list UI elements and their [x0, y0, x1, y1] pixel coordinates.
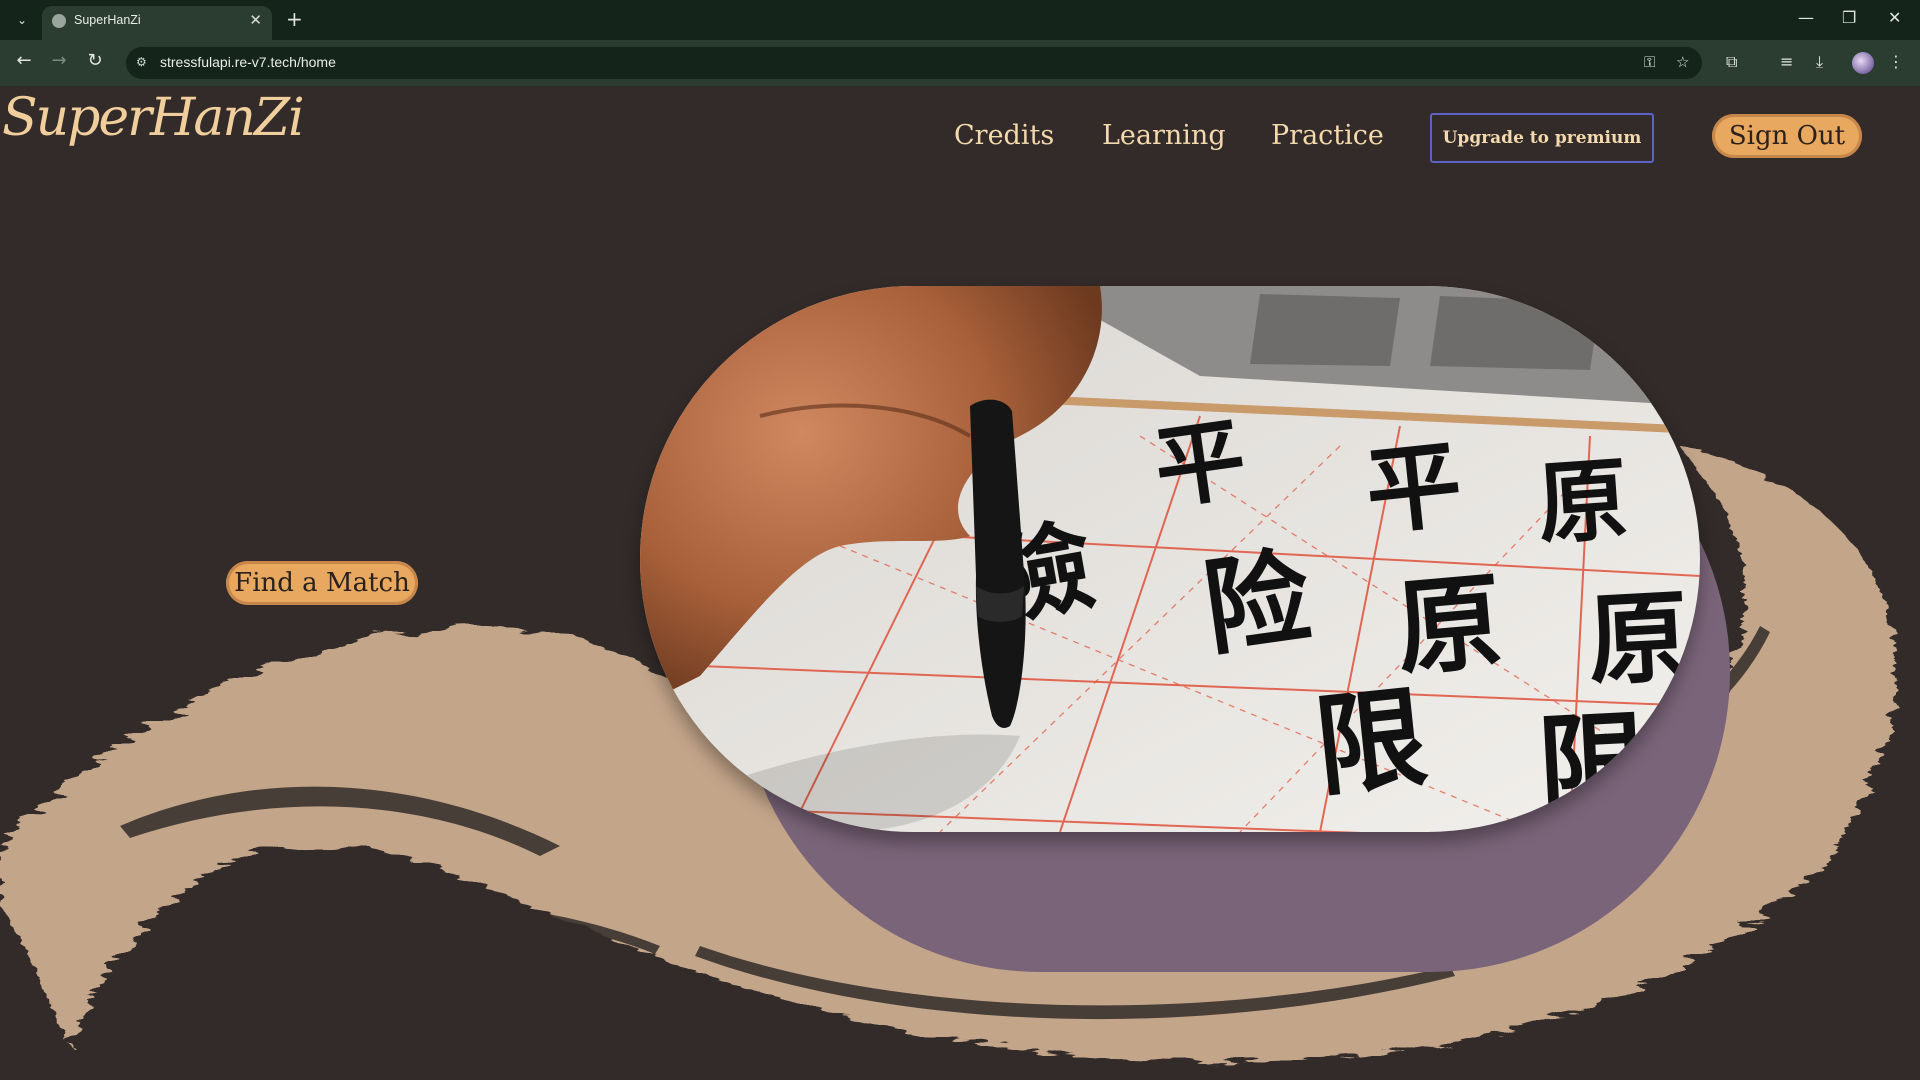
bookmark-star-icon[interactable]: ☆ [1676, 53, 1689, 71]
url-text[interactable]: stressfulapi.re-v7.tech/home [160, 54, 336, 70]
calligraphy-char: 原 [1391, 558, 1506, 691]
page-content: SuperHanZi Credits Learning Practice Upg… [0, 86, 1920, 1080]
site-logo[interactable]: SuperHanZi [2, 88, 305, 148]
nav-credits[interactable]: Credits [954, 120, 1054, 151]
sign-out-button[interactable]: Sign Out [1712, 114, 1862, 158]
close-icon[interactable]: ✕ [249, 11, 262, 29]
nav-learning[interactable]: Learning [1102, 120, 1226, 151]
site-info-icon[interactable]: ⚙ [136, 55, 152, 71]
new-tab-button[interactable]: + [286, 7, 303, 31]
calligraphy-char: 限 [1309, 672, 1432, 812]
calligraphy-char: 平 [1148, 405, 1252, 522]
globe-icon [52, 14, 66, 28]
calligraphy-char: 险 [1196, 533, 1318, 671]
tab-title: SuperHanZi [74, 13, 141, 27]
minimize-icon[interactable]: — [1798, 8, 1814, 27]
extensions-icon[interactable]: ⧉ [1726, 52, 1737, 72]
forward-icon[interactable]: → [46, 50, 72, 71]
restore-icon[interactable]: ❐ [1842, 8, 1856, 27]
window-close-icon[interactable]: ✕ [1888, 8, 1901, 27]
back-icon[interactable]: ← [11, 50, 37, 71]
reload-icon[interactable]: ↻ [82, 50, 108, 71]
find-match-button[interactable]: Find a Match [226, 561, 418, 605]
calligraphy-char: 平 [1361, 429, 1467, 549]
browser-toolbar: ← → ↻ ⚙ stressfulapi.re-v7.tech/home ⚿ ☆… [0, 40, 1920, 86]
browser-tab[interactable]: SuperHanZi ✕ [42, 6, 272, 40]
address-bar[interactable]: ⚙ stressfulapi.re-v7.tech/home ⚿ ☆ [126, 47, 1702, 79]
nav-practice[interactable]: Practice [1271, 120, 1384, 151]
menu-dots-icon[interactable]: ⋮ [1888, 52, 1904, 71]
calligraphy-char: 原 [1534, 446, 1631, 558]
profile-avatar[interactable] [1852, 52, 1874, 74]
hero-image: 平 平 原 險 险 原 原 限 限 [640, 286, 1700, 832]
password-key-icon[interactable]: ⚿ [1644, 53, 1655, 71]
tab-search-icon[interactable]: ⌄ [10, 9, 34, 31]
browser-tabstrip: ⌄ SuperHanZi ✕ + — ❐ ✕ [0, 0, 1920, 40]
download-icon[interactable]: ⤓ [1816, 52, 1823, 72]
upgrade-premium-button[interactable]: Upgrade to premium [1430, 113, 1654, 163]
calligraphy-photo: 平 平 原 險 险 原 原 限 限 [640, 286, 1700, 832]
media-queue-icon[interactable]: ≡ [1780, 52, 1793, 71]
